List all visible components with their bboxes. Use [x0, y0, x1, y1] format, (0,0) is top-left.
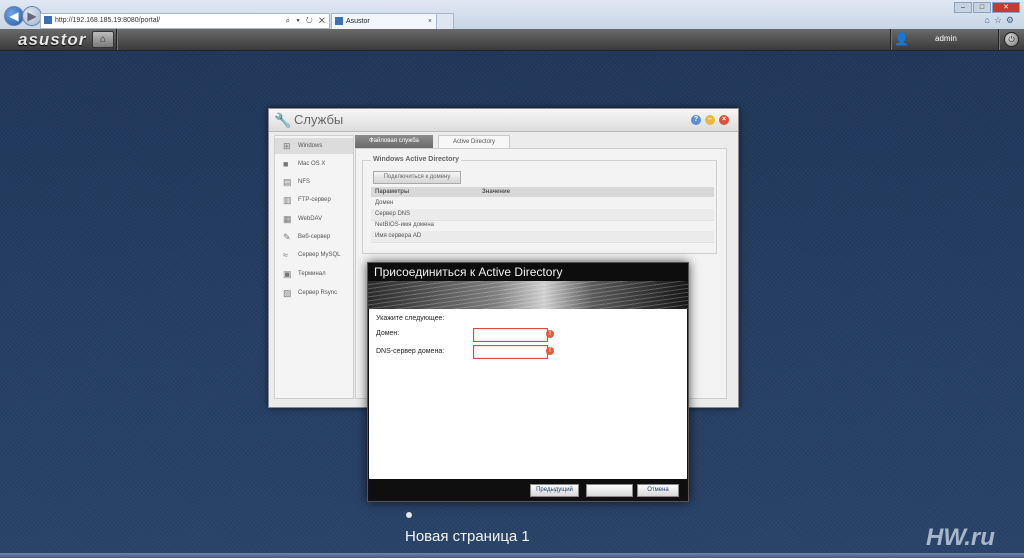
- column-header-value: Значение: [482, 189, 511, 195]
- new-tab-button[interactable]: [436, 13, 454, 29]
- sidebar-item-mysql[interactable]: ≈ Сервер MySQL: [275, 247, 353, 263]
- sidebar-item-label: Сервер Rsync: [298, 290, 338, 296]
- help-icon[interactable]: ?: [691, 115, 701, 125]
- address-controls[interactable]: ⌕ ▾ ↻ ✕: [286, 14, 327, 28]
- sidebar-item-label: Mac OS X: [298, 161, 326, 167]
- sidebar-item-nfs[interactable]: ▤ NFS: [275, 174, 353, 190]
- table-header: Параметры Значение: [371, 187, 714, 197]
- windows-icon: ⊞: [283, 141, 291, 151]
- sidebar-item-webdav[interactable]: ▦ WebDAV: [275, 211, 353, 227]
- sidebar-item-label: Windows: [298, 143, 323, 149]
- sidebar-item-web-server[interactable]: ✎ Веб-сервер: [275, 229, 353, 245]
- close-window-icon[interactable]: ✕: [992, 2, 1020, 13]
- home-icon[interactable]: ⌂: [984, 15, 993, 25]
- settings-gear-icon[interactable]: ⚙: [1006, 15, 1018, 25]
- rsync-icon: ▧: [283, 288, 292, 298]
- username[interactable]: admin: [935, 34, 957, 43]
- app-header: asustor ⌂ 👤 admin ⏻: [0, 29, 1024, 51]
- page-indicator-dot[interactable]: [406, 512, 412, 518]
- terminal-icon: ▣: [283, 269, 292, 279]
- minimize-icon[interactable]: –: [954, 2, 972, 13]
- dialog-footer: Предыдущий Отмена: [369, 479, 687, 500]
- dialog-title: Присоединиться к Active Directory: [374, 265, 563, 279]
- address-bar[interactable]: http://192.168.185.19:8080/portal/ ⌕ ▾ ↻…: [40, 13, 330, 29]
- favorites-star-icon[interactable]: ☆: [994, 15, 1006, 25]
- tab-active-directory[interactable]: Active Directory: [438, 135, 510, 149]
- services-window-header[interactable]: 🔧 Службы ? – ×: [269, 109, 738, 132]
- browser-right-icons: ⌂☆⚙: [984, 15, 1018, 26]
- services-window-title: Службы: [294, 112, 344, 127]
- tab-close-icon[interactable]: ×: [428, 14, 432, 29]
- page-favicon-icon: [44, 16, 52, 25]
- dialog-prompt: Укажите следующее:: [376, 315, 445, 322]
- table-cell: NetBIOS-имя домена: [375, 222, 435, 228]
- sidebar-item-label: Терминал: [298, 271, 326, 277]
- join-domain-button[interactable]: Подключиться к домену: [373, 171, 461, 184]
- nfs-icon: ▤: [283, 177, 292, 187]
- column-header-params: Параметры: [375, 189, 410, 195]
- next-button[interactable]: [586, 484, 633, 497]
- sidebar-item-rsync[interactable]: ▧ Сервер Rsync: [275, 285, 353, 301]
- warning-icon: !: [546, 330, 554, 338]
- maximize-icon[interactable]: □: [973, 2, 991, 13]
- url-text: http://192.168.185.19:8080/portal/: [55, 17, 161, 24]
- header-divider: [116, 29, 118, 50]
- table-cell: Сервер DNS: [375, 211, 411, 217]
- watermark-logo: HW.ru: [926, 524, 995, 551]
- taskbar: [0, 553, 1024, 558]
- sidebar-item-label: NFS: [298, 179, 310, 185]
- sidebar-item-label: FTP-сервер: [298, 197, 331, 203]
- tab-favicon-icon: [335, 17, 343, 26]
- domain-input[interactable]: [473, 328, 548, 342]
- table-cell: Домен: [375, 200, 394, 206]
- sidebar-item-ftp[interactable]: ▥ FTP-сервер: [275, 192, 353, 208]
- forward-arrow-icon[interactable]: ▶: [22, 6, 42, 26]
- dialog-body: Укажите следующее: Домен: ! DNS-сервер д…: [369, 309, 687, 479]
- window-controls: – □ ✕: [954, 2, 1020, 13]
- sidebar-item-label: WebDAV: [298, 216, 323, 222]
- dns-server-input[interactable]: [473, 345, 548, 359]
- desktop-home-icon[interactable]: ⌂: [92, 31, 114, 48]
- user-icon[interactable]: 👤: [894, 32, 909, 46]
- services-sidebar: ⊞ Windows ■ Mac OS X ▤ NFS ▥ FTP-сервер ▦ Web…: [274, 135, 354, 399]
- ftp-icon: ▥: [283, 195, 292, 205]
- ad-group-title: Windows Active Directory: [371, 156, 462, 163]
- header-divider: [890, 29, 892, 50]
- domain-label: Домен:: [376, 330, 400, 337]
- browser-tab[interactable]: Asustor ×: [331, 13, 437, 29]
- previous-button[interactable]: Предыдущий: [530, 484, 579, 497]
- power-icon[interactable]: ⏻: [1004, 32, 1019, 47]
- browser-toolbar: ◀ ▶ http://192.168.185.19:8080/portal/ ⌕…: [0, 0, 1024, 30]
- sidebar-item-terminal[interactable]: ▣ Терминал: [275, 266, 353, 282]
- close-window-icon[interactable]: ×: [719, 115, 729, 125]
- sidebar-item-windows[interactable]: ⊞ Windows: [275, 138, 353, 154]
- asustor-logo: asustor: [18, 30, 87, 49]
- ad-fieldset: Windows Active Directory Подключиться к …: [362, 156, 717, 254]
- sidebar-item-label: Сервер MySQL: [298, 252, 341, 258]
- back-arrow-icon[interactable]: ◀: [4, 6, 24, 26]
- apple-icon: ■: [283, 159, 289, 169]
- mysql-icon: ≈: [283, 250, 288, 260]
- join-ad-dialog: Присоединиться к Active Directory Укажит…: [367, 262, 689, 502]
- webdav-icon: ▦: [283, 214, 292, 224]
- minimize-window-icon[interactable]: –: [705, 115, 715, 125]
- tab-file-service[interactable]: Файловая служба: [355, 135, 433, 148]
- cancel-button[interactable]: Отмена: [637, 484, 679, 497]
- table-row: Имя сервера AD: [371, 231, 714, 243]
- dialog-header[interactable]: Присоединиться к Active Directory: [368, 263, 688, 309]
- sidebar-item-macos[interactable]: ■ Mac OS X: [275, 156, 353, 172]
- web-server-icon: ✎: [283, 232, 291, 242]
- table-cell: Имя сервера AD: [375, 233, 422, 239]
- sidebar-item-label: Веб-сервер: [298, 234, 331, 240]
- page-caption: Новая страница 1: [405, 528, 530, 545]
- warning-icon: !: [546, 347, 554, 355]
- services-wrench-icon: 🔧: [274, 112, 292, 128]
- tab-title: Asustor: [346, 18, 370, 25]
- header-divider: [998, 29, 1000, 50]
- dns-server-label: DNS-сервер домена:: [376, 348, 445, 355]
